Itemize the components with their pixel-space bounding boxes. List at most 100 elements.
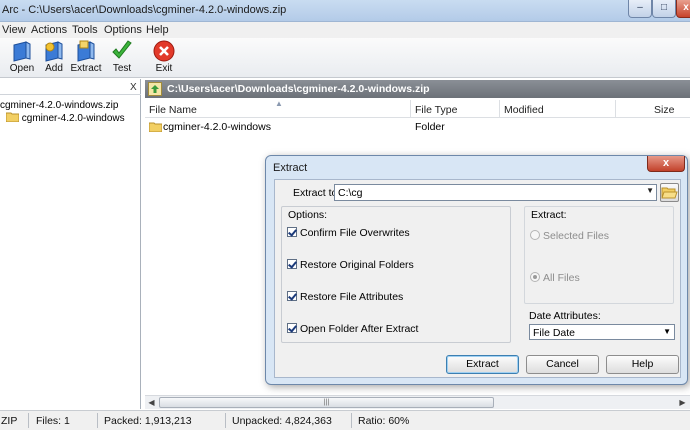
status-files: Files: 1 xyxy=(36,415,70,427)
status-divider xyxy=(351,413,352,428)
checkbox-label: Restore Original Folders xyxy=(300,259,414,271)
options-group: Options: Confirm File Overwrites Restore… xyxy=(281,206,511,343)
column-divider[interactable] xyxy=(499,100,500,118)
open-icon xyxy=(13,41,31,62)
window-title: Arc - C:\Users\acer\Downloads\cgminer-4.… xyxy=(2,4,287,16)
extract-dialog: Extract x Extract to: C:\cg ▼ Options: C… xyxy=(265,155,688,385)
folder-tree-panel: X cgminer-4.2.0-windows.zip cgminer-4.2.… xyxy=(0,79,141,409)
column-file-name[interactable]: File Name xyxy=(149,104,197,116)
status-divider xyxy=(225,413,226,428)
dialog-body: Extract to: C:\cg ▼ Options: Confirm Fil… xyxy=(274,179,681,378)
tree-item-folder[interactable]: cgminer-4.2.0-windows xyxy=(5,112,125,124)
column-modified[interactable]: Modified xyxy=(504,104,544,116)
checkbox-label: Confirm File Overwrites xyxy=(300,227,410,239)
folder-icon xyxy=(5,112,20,123)
menu-actions[interactable]: Actions xyxy=(31,24,67,36)
exit-button[interactable]: Exit xyxy=(146,39,182,75)
menu-bar: View Actions Tools Options Help xyxy=(0,22,690,38)
checkbox-label: Restore File Attributes xyxy=(300,291,404,303)
test-label: Test xyxy=(112,63,132,74)
dialog-close-button[interactable]: x xyxy=(647,156,685,172)
column-divider[interactable] xyxy=(615,100,616,118)
extract-to-value: C:\cg xyxy=(338,187,363,199)
extract-scope-label: Extract: xyxy=(531,209,567,221)
toolbar: Open Add Extract Test Exit xyxy=(0,38,690,78)
test-button[interactable]: Test xyxy=(104,39,140,75)
status-ratio: Ratio: 60% xyxy=(358,415,410,427)
path-bar: C:\Users\acer\Downloads\cgminer-4.2.0-wi… xyxy=(145,80,690,98)
tree-item-archive[interactable]: cgminer-4.2.0-windows.zip xyxy=(0,100,118,111)
extract-confirm-button[interactable]: Extract xyxy=(446,355,519,374)
extract-label: Extract xyxy=(70,63,102,74)
minimize-button[interactable]: – xyxy=(628,0,652,18)
status-divider xyxy=(28,413,29,428)
menu-tools[interactable]: Tools xyxy=(72,24,98,36)
extract-button[interactable]: Extract xyxy=(68,39,104,75)
date-attributes-select[interactable]: File Date ▼ xyxy=(529,324,675,340)
close-window-button[interactable]: x xyxy=(676,0,690,18)
title-bar: Arc - C:\Users\acer\Downloads\cgminer-4.… xyxy=(0,0,690,22)
status-format: ZIP xyxy=(1,415,18,427)
restore-folders-checkbox[interactable]: Restore Original Folders xyxy=(287,259,414,271)
all-files-radio[interactable]: All Files xyxy=(530,272,580,284)
radio-unselected-icon xyxy=(530,230,540,240)
options-label: Options: xyxy=(288,209,328,221)
open-label: Open xyxy=(9,63,35,74)
close-tree-button[interactable]: X xyxy=(130,82,137,93)
folder-icon xyxy=(149,122,162,132)
file-type-cell: Folder xyxy=(415,121,445,133)
menu-options[interactable]: Options xyxy=(104,24,142,36)
menu-view[interactable]: View xyxy=(2,24,26,36)
extract-scope-group: Extract: Selected Files All Files xyxy=(524,206,674,304)
scroll-thumb[interactable]: ||| xyxy=(159,397,494,408)
browse-folder-button[interactable] xyxy=(660,183,679,202)
add-button[interactable]: Add xyxy=(36,39,72,75)
chevron-down-icon[interactable]: ▼ xyxy=(646,186,654,195)
checkbox-checked-icon xyxy=(287,323,297,333)
extract-icon xyxy=(77,40,95,62)
checkbox-checked-icon xyxy=(287,259,297,269)
checkbox-checked-icon xyxy=(287,227,297,237)
open-button[interactable]: Open xyxy=(4,39,40,75)
radio-label: All Files xyxy=(543,272,580,284)
maximize-button[interactable]: □ xyxy=(652,0,676,18)
radio-selected-icon xyxy=(530,272,540,282)
help-button[interactable]: Help xyxy=(606,355,679,374)
checkmark-icon xyxy=(112,40,132,59)
selected-files-radio[interactable]: Selected Files xyxy=(530,230,609,242)
sort-arrow-icon: ▲ xyxy=(275,99,283,108)
scroll-right-icon[interactable]: ▶ xyxy=(676,397,689,409)
add-label: Add xyxy=(45,63,63,74)
menu-help[interactable]: Help xyxy=(146,24,169,36)
table-row[interactable]: cgminer-4.2.0-windows Folder xyxy=(145,119,690,135)
maximize-icon: □ xyxy=(660,2,668,13)
exit-label: Exit xyxy=(155,63,173,74)
column-size[interactable]: Size xyxy=(654,104,674,116)
exit-icon xyxy=(153,40,175,62)
cancel-button[interactable]: Cancel xyxy=(526,355,599,374)
extract-to-combobox[interactable]: C:\cg ▼ xyxy=(334,184,657,201)
radio-label: Selected Files xyxy=(543,230,609,242)
add-icon xyxy=(45,41,63,62)
status-unpacked: Unpacked: 4,824,363 xyxy=(232,415,332,427)
status-packed: Packed: 1,913,213 xyxy=(104,415,192,427)
date-attributes-label: Date Attributes: xyxy=(529,310,601,322)
confirm-overwrites-checkbox[interactable]: Confirm File Overwrites xyxy=(287,227,410,239)
column-divider[interactable] xyxy=(410,100,411,118)
open-folder-checkbox[interactable]: Open Folder After Extract xyxy=(287,323,418,335)
close-icon: x xyxy=(683,2,689,13)
restore-attributes-checkbox[interactable]: Restore File Attributes xyxy=(287,291,403,303)
date-attributes-value: File Date xyxy=(533,327,576,339)
scroll-left-icon[interactable]: ◀ xyxy=(145,397,158,409)
chevron-down-icon[interactable]: ▼ xyxy=(663,327,671,336)
checkbox-label: Open Folder After Extract xyxy=(300,323,419,335)
file-list-header: File Name ▲ File Type Modified Size xyxy=(145,99,690,118)
minimize-icon: – xyxy=(637,2,643,13)
status-bar: ZIP Files: 1 Packed: 1,913,213 Unpacked:… xyxy=(0,410,690,430)
up-folder-icon[interactable] xyxy=(148,82,162,96)
column-file-type[interactable]: File Type xyxy=(415,104,457,116)
tree-item-label: cgminer-4.2.0-windows xyxy=(21,113,125,124)
checkbox-checked-icon xyxy=(287,291,297,301)
horizontal-scrollbar[interactable]: ◀ ||| ▶ xyxy=(145,395,690,409)
folder-open-icon xyxy=(661,187,678,199)
